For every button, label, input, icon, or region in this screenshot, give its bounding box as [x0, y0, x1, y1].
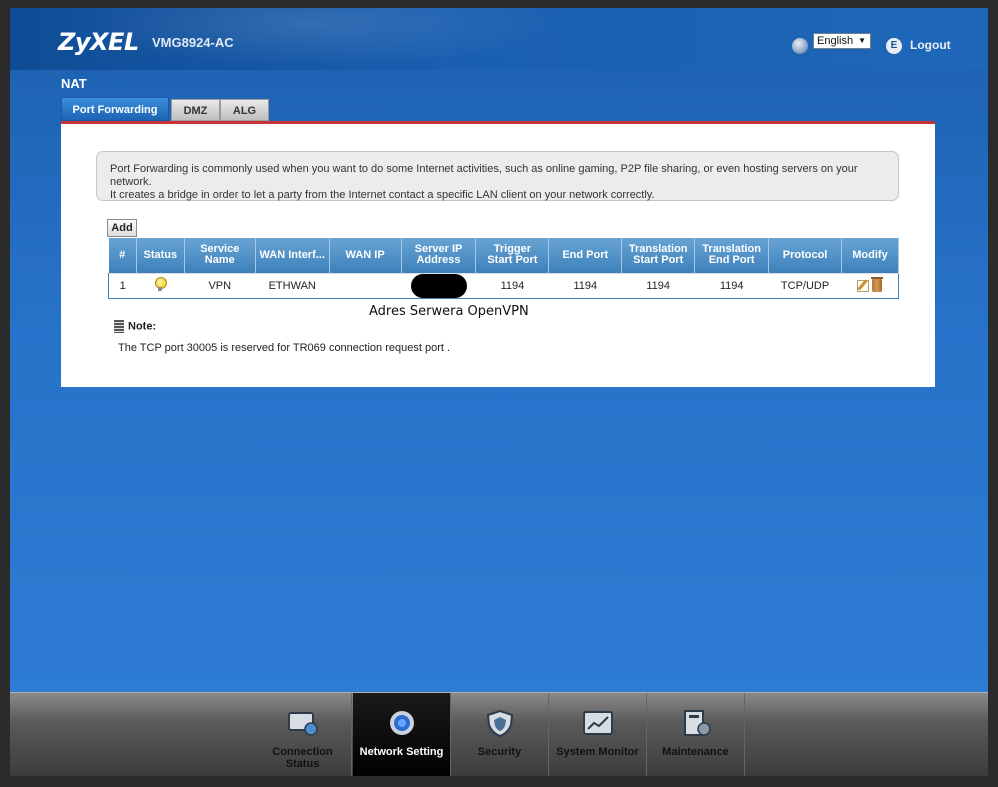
- note-heading: Note:: [114, 320, 156, 333]
- status-bulb-icon: [155, 277, 168, 291]
- security-shield-icon: [486, 709, 513, 737]
- trash-icon[interactable]: [871, 277, 884, 292]
- cell-status: [136, 272, 185, 299]
- cell-modify: [841, 272, 899, 299]
- table-row: 1 VPN ETHWAN 1194 1194 1194 1194 TCP/UDP: [108, 272, 899, 299]
- maintenance-icon: [683, 710, 711, 736]
- cell-index: 1: [108, 272, 137, 299]
- col-translation-start-port: Translation Start Port: [621, 238, 696, 273]
- nav-label: Security: [477, 746, 522, 758]
- cell-trigger-start-port: 1194: [475, 272, 549, 299]
- col-index: #: [108, 238, 137, 273]
- nav-connection-status[interactable]: Connection Status: [254, 693, 352, 776]
- col-status: Status: [136, 238, 185, 273]
- nav-system-monitor[interactable]: System Monitor: [549, 693, 647, 776]
- col-end-port: End Port: [548, 238, 623, 273]
- info-text-line2: It creates a bridge in order to let a pa…: [110, 189, 655, 201]
- cell-translation-start-port: 1194: [621, 272, 695, 299]
- nav-maintenance[interactable]: Maintenance: [647, 693, 745, 776]
- content-panel: Port Forwarding is commonly used when yo…: [61, 121, 935, 387]
- note-document-icon: [114, 320, 124, 333]
- logout-link[interactable]: Logout: [910, 38, 951, 52]
- col-wan-ip: WAN IP: [329, 238, 402, 273]
- redacted-ip: [410, 273, 467, 298]
- nav-security[interactable]: Security: [451, 693, 549, 776]
- bottom-nav: Connection Status Network Setting Securi…: [10, 692, 988, 776]
- cell-server-ip: [401, 272, 476, 299]
- connection-status-icon: [287, 712, 318, 736]
- col-protocol: Protocol: [768, 238, 842, 273]
- language-globe-icon: [792, 38, 808, 54]
- col-modify: Modify: [841, 238, 899, 273]
- model-name: VMG8924-AC: [152, 35, 234, 50]
- network-setting-icon: [389, 711, 414, 735]
- tab-alg[interactable]: ALG: [220, 99, 269, 121]
- col-server-ip: Server IP Address: [401, 238, 477, 273]
- tab-dmz[interactable]: DMZ: [171, 99, 220, 121]
- annotation-label: Adres Serwera OpenVPN: [369, 304, 529, 319]
- nav-label: Network Setting: [359, 746, 444, 758]
- router-admin-window: ZyXEL VMG8924-AC English ▼ E Logout NAT …: [10, 8, 988, 776]
- logout-icon[interactable]: E: [886, 38, 902, 54]
- nav-label: System Monitor: [556, 746, 639, 758]
- cell-end-port: 1194: [548, 272, 622, 299]
- cell-protocol: TCP/UDP: [768, 272, 842, 299]
- edit-icon[interactable]: [857, 279, 870, 292]
- add-button[interactable]: Add: [107, 219, 137, 237]
- cell-wan-interface: ETHWAN: [255, 272, 330, 299]
- nav-network-setting[interactable]: Network Setting: [353, 693, 451, 776]
- language-select[interactable]: English ▼: [813, 33, 871, 49]
- col-wan-interface: WAN Interf...: [255, 238, 330, 273]
- nav-label: Maintenance: [662, 746, 729, 758]
- language-select-value: English: [817, 35, 854, 47]
- chevron-down-icon: ▼: [858, 36, 866, 45]
- cell-translation-end-port: 1194: [694, 272, 769, 299]
- nav-label: Connection Status: [272, 746, 333, 770]
- system-monitor-icon: [582, 711, 613, 735]
- table-header-row: # Status Service Name WAN Interf... WAN …: [108, 238, 899, 273]
- tab-port-forwarding[interactable]: Port Forwarding: [61, 97, 169, 121]
- page-title: NAT: [61, 76, 87, 91]
- col-service-name: Service Name: [184, 238, 256, 273]
- info-text-line1: Port Forwarding is commonly used when yo…: [110, 163, 858, 188]
- col-translation-end-port: Translation End Port: [694, 238, 770, 273]
- info-box: Port Forwarding is commonly used when yo…: [96, 151, 899, 201]
- header-bar: ZyXEL VMG8924-AC English ▼ E Logout: [10, 8, 988, 70]
- note-text: The TCP port 30005 is reserved for TR069…: [118, 342, 451, 354]
- col-trigger-start-port: Trigger Start Port: [475, 238, 550, 273]
- cell-wan-ip: [329, 272, 402, 299]
- brand-logo: ZyXEL: [58, 28, 139, 56]
- port-forwarding-table: # Status Service Name WAN Interf... WAN …: [108, 238, 899, 299]
- note-title: Note:: [128, 320, 157, 333]
- cell-service-name: VPN: [184, 272, 256, 299]
